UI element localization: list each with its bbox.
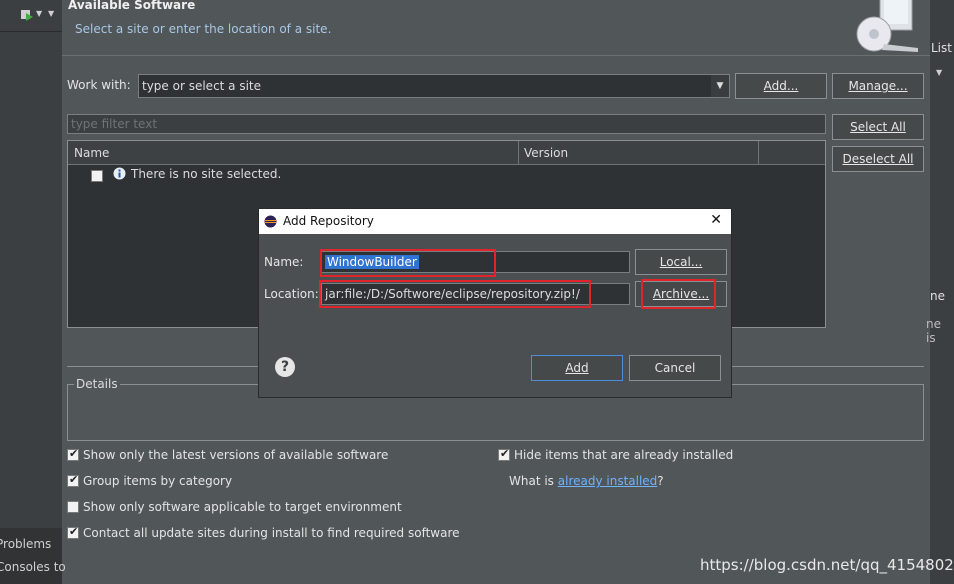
add-button[interactable]: Add [531,355,623,381]
show-latest-checkbox[interactable] [67,447,79,461]
right-partial-text: ne [930,289,945,303]
cancel-button[interactable]: Cancel [629,355,721,381]
deselect-all-button[interactable]: Deselect All [832,146,924,172]
show-applicable-label[interactable]: Show only software applicable to target … [83,500,402,514]
hide-installed-label[interactable]: Hide items that are already installed [514,448,733,462]
already-installed-link[interactable]: already installed [558,474,658,488]
install-cd-icon [854,0,926,54]
row-checkbox[interactable] [91,170,103,182]
ide-right-panel: List ne ne is ▼ [926,0,954,584]
chevron-down-icon[interactable]: ▼ [48,9,54,18]
what-is-installed: What is already installed? [509,474,664,488]
add-repository-dialog: Add Repository ✕ Name: WindowBuilder Loc… [258,208,732,398]
hide-installed-checkbox[interactable] [498,447,510,461]
group-by-category-checkbox[interactable] [67,473,79,487]
manage-sites-button[interactable]: Manage... [832,73,924,99]
page-subtitle: Select a site or enter the location of a… [75,22,332,36]
details-label: Details [74,377,120,391]
dialog-title: Add Repository [283,214,374,228]
watermark: https://blog.csdn.net/qq_41548028 [700,556,954,574]
help-icon[interactable]: ? [275,357,295,377]
list-tab[interactable]: List [931,41,952,55]
right-partial-text: ne is [926,317,941,345]
table-row[interactable]: There is no site selected. [68,166,825,186]
contact-sites-checkbox[interactable] [67,525,79,539]
filter-placeholder: type filter text [71,117,158,131]
column-header-version[interactable]: Version [524,146,568,160]
name-highlight-box [320,249,496,277]
what-is-prefix: What is [509,474,558,488]
select-all-button[interactable]: Select All [832,114,924,140]
show-applicable-checkbox[interactable] [67,501,79,513]
archive-highlight-box [641,279,716,309]
chevron-down-icon[interactable]: ▼ [36,9,42,18]
work-with-input[interactable]: type or select a site [142,79,261,93]
ide-left-panel: ▼ ▼ Problems Consoles to [0,0,66,584]
chevron-down-icon[interactable]: ▼ [711,75,729,97]
column-divider[interactable] [518,141,519,165]
location-label: Location: [264,287,319,301]
close-icon[interactable]: ✕ [710,212,722,228]
chevron-down-icon[interactable]: ▼ [936,68,942,77]
location-highlight-box [319,280,591,308]
page-title: Available Software [68,0,196,12]
ide-bottom-tabs: Problems Consoles to [0,528,66,584]
problems-tab[interactable]: Problems [0,537,51,551]
what-is-suffix: ? [657,474,664,488]
show-latest-label[interactable]: Show only the latest versions of availab… [83,448,388,462]
table-header: Name Version [68,141,825,165]
filter-input[interactable]: type filter text [67,114,826,134]
ide-toolbar: ▼ ▼ [0,0,62,32]
local-button[interactable]: Local... [635,249,727,275]
empty-message: There is no site selected. [131,167,282,181]
add-site-button[interactable]: Add... [735,73,827,99]
group-by-category-label[interactable]: Group items by category [83,474,232,488]
work-with-label: Work with: [67,78,131,92]
info-icon [113,167,126,183]
eclipse-icon [264,215,277,231]
consoles-tab[interactable]: Consoles to [0,560,66,574]
column-header-name[interactable]: Name [74,146,109,160]
work-with-combo[interactable]: type or select a site ▼ [138,74,730,98]
contact-sites-label[interactable]: Contact all update sites during install … [83,526,460,540]
column-divider[interactable] [758,141,759,165]
run-icon[interactable] [20,8,34,22]
dialog-titlebar[interactable]: Add Repository ✕ [259,209,731,234]
name-label: Name: [264,255,304,269]
wizard-header: Available Software Select a site or ente… [62,0,930,56]
